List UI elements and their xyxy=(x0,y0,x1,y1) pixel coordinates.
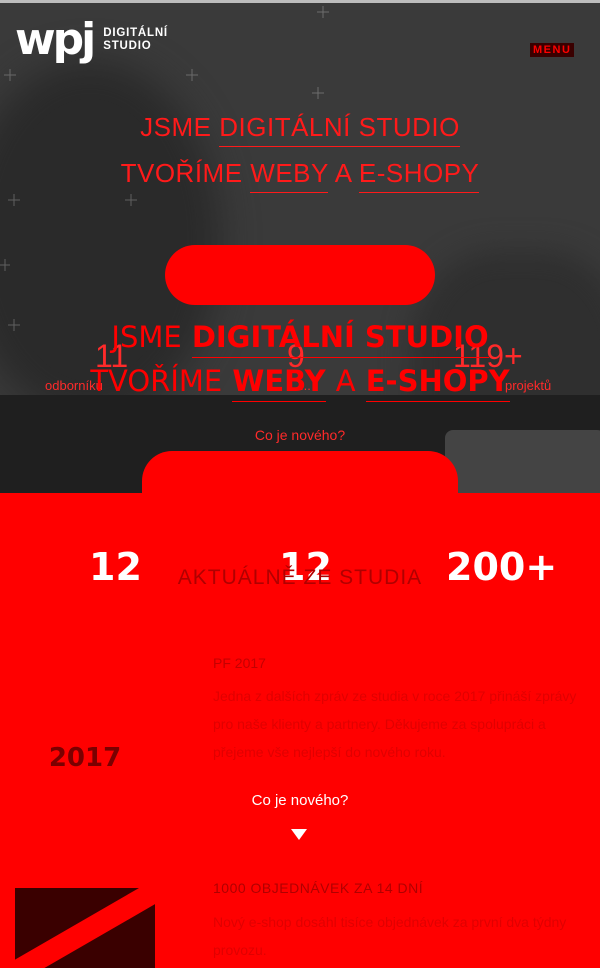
news-2-thumbnail-stripe xyxy=(15,888,155,968)
logo[interactable]: wpj DIGITÁLNÍ STUDIO xyxy=(15,18,168,62)
menu-button[interactable]: MENU xyxy=(530,43,575,57)
headline-line2-highlight-a: WEBY xyxy=(250,158,329,193)
hero-news-link[interactable]: Co je nového? xyxy=(0,427,600,443)
news-1-date[interactable]: PF 2017 xyxy=(213,655,266,671)
logo-text: DIGITÁLNÍ STUDIO xyxy=(103,27,168,53)
overlay-news-link[interactable]: Co je nového? xyxy=(0,792,600,809)
headline-duplicate-line2-highlight-b: E-SHOPY xyxy=(365,364,510,402)
headline-duplicate-line2: TVOŘÍME WEBY A E-SHOPY xyxy=(0,364,600,402)
logo-line2: STUDIO xyxy=(103,40,152,52)
headline-duplicate-line1-prefix: JSME xyxy=(111,320,182,354)
section-title: AKTUÁLNĚ ZE STUDIA xyxy=(177,566,423,589)
headline-duplicate-line2-highlight-a: WEBY xyxy=(232,364,326,402)
logo-mark: wpj xyxy=(15,14,96,65)
top-strip xyxy=(0,0,600,3)
headline-duplicate-line1-highlight: DIGITÁLNÍ STUDIO xyxy=(191,320,489,358)
news-1-thumbnail[interactable]: 2017 xyxy=(40,740,130,776)
headline-line2-highlight-b: E-SHOPY xyxy=(358,158,480,193)
headline-duplicate-line2-mid: A xyxy=(335,364,356,398)
headline-line2: TVOŘÍME WEBY A E-SHOPY xyxy=(0,158,600,193)
news-2-heading[interactable]: 1000 OBJEDNÁVEK ZA 14 DNÍ xyxy=(213,880,423,896)
headline-duplicate-line1: JSME DIGITÁLNÍ STUDIO xyxy=(0,320,600,358)
headline-line1: JSME DIGITÁLNÍ STUDIO xyxy=(0,112,600,147)
news-1-thumbnail-text: 2017 xyxy=(49,743,121,773)
headline-line1-prefix: JSME xyxy=(140,112,212,142)
cta-button[interactable] xyxy=(165,245,435,305)
chevron-down-icon[interactable] xyxy=(291,829,307,840)
headline-line2-mid: A xyxy=(334,158,352,188)
logo-line1: DIGITÁLNÍ xyxy=(103,27,168,39)
news-2-thumbnail[interactable] xyxy=(15,888,155,968)
headline-duplicate-line2-prefix: TVOŘÍME xyxy=(90,364,223,398)
headline-line1-highlight: DIGITÁLNÍ STUDIO xyxy=(219,112,460,147)
news-1-body: Jedna z dalších zpráv ze studia v roce 2… xyxy=(213,688,577,760)
headline-line2-prefix: TVOŘÍME xyxy=(120,158,243,188)
news-2-body: Nový e-shop dosáhl tisíce objednávek za … xyxy=(213,914,567,958)
